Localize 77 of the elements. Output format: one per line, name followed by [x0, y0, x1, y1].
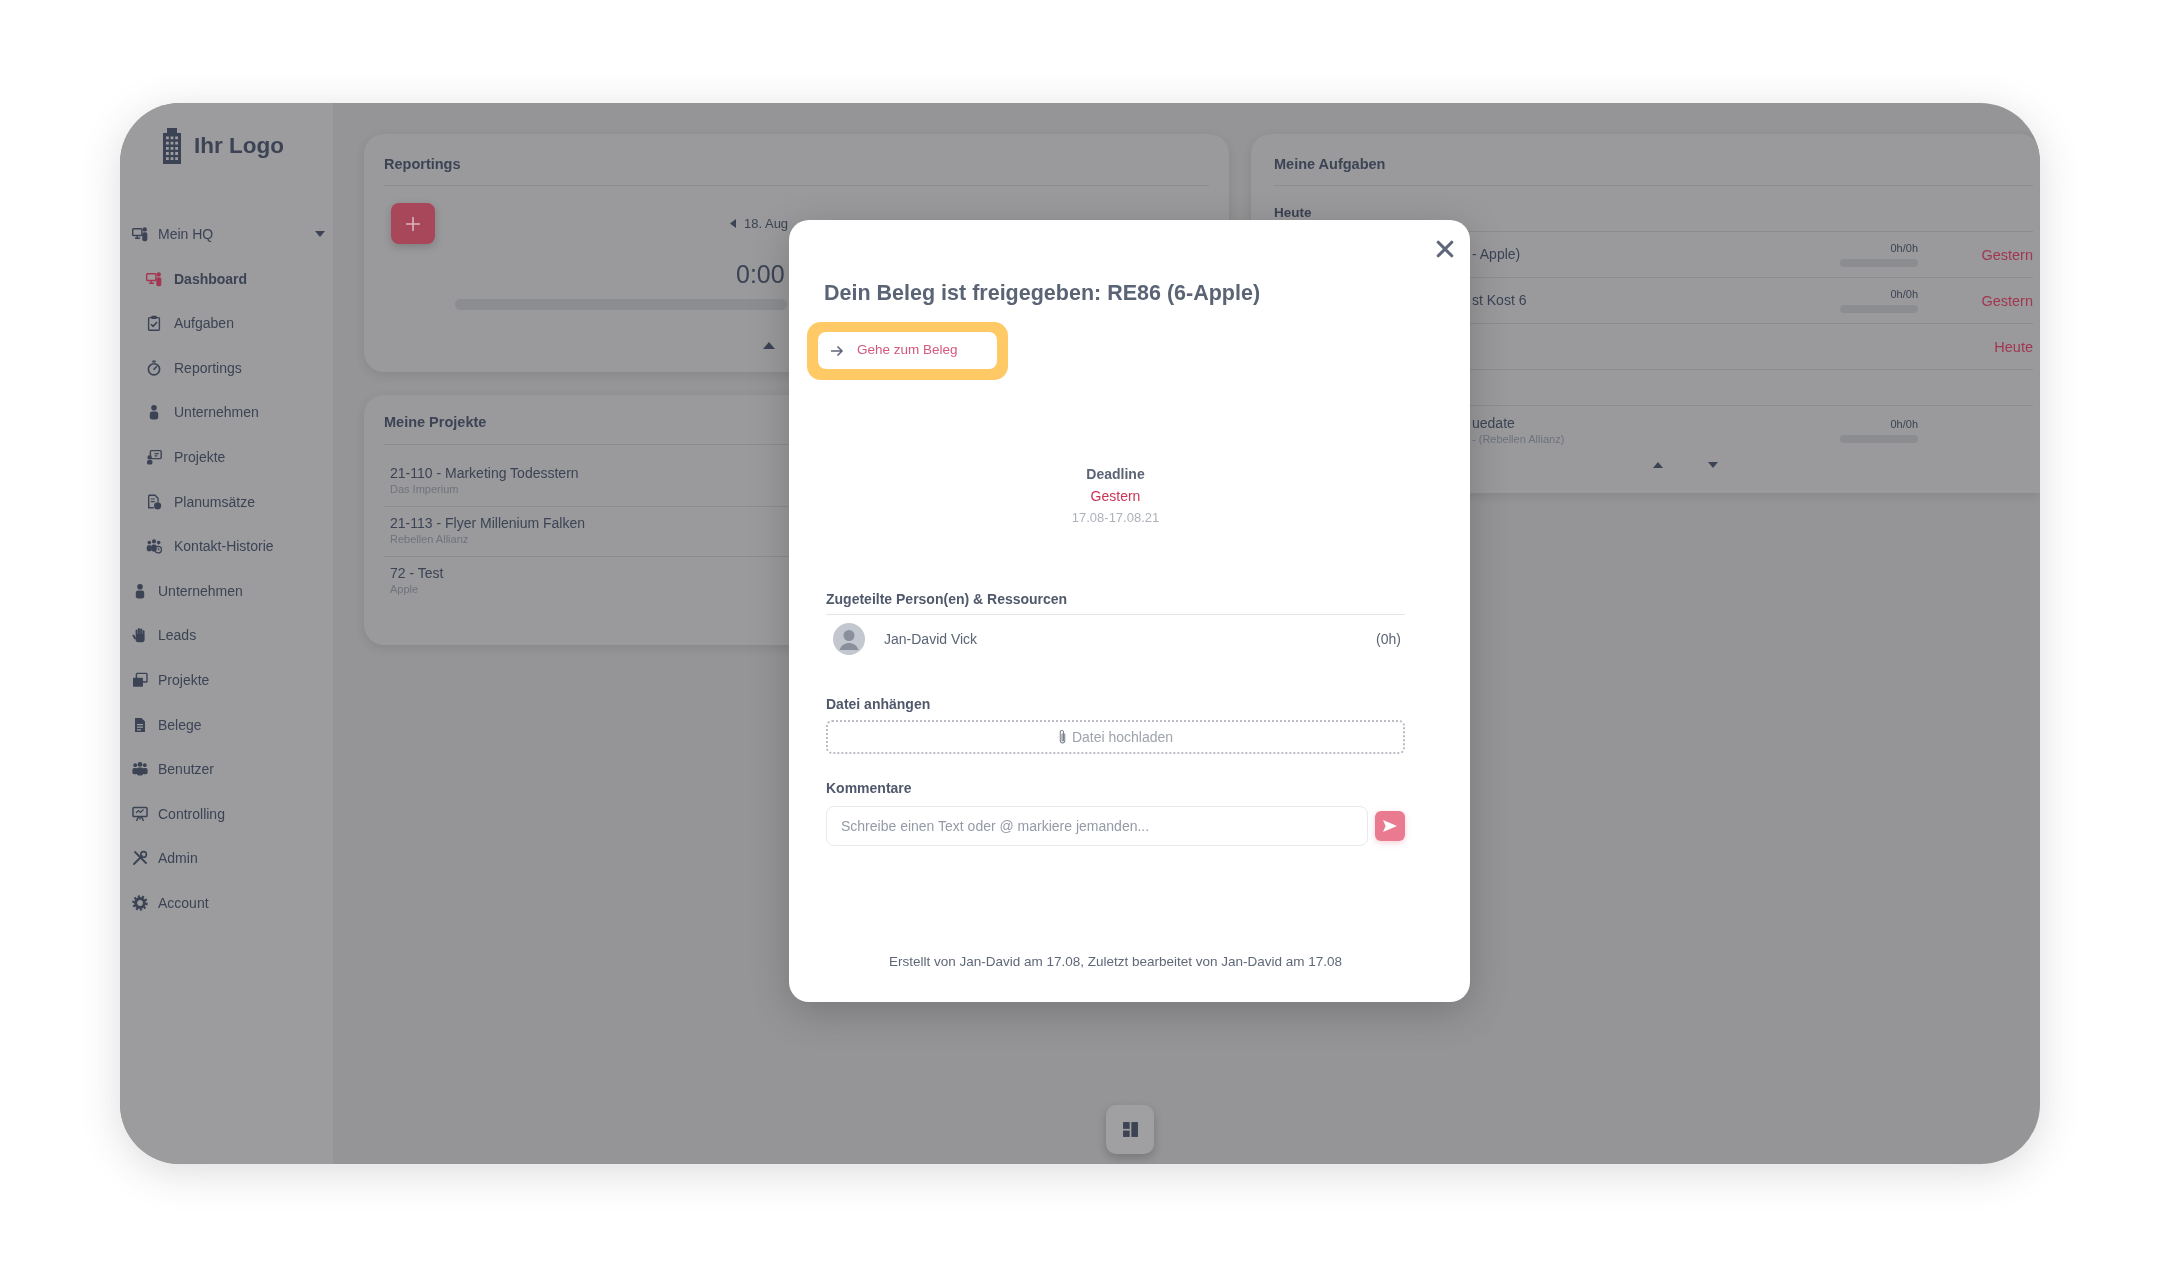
- add-button[interactable]: [391, 203, 435, 244]
- monitor-person-icon: [146, 270, 162, 287]
- due-date: Heute: [1994, 337, 2033, 356]
- task-title[interactable]: uedate: [1472, 414, 1515, 432]
- presentation-board-icon: [132, 805, 148, 822]
- sidebar-item[interactable]: Controlling: [120, 791, 333, 836]
- task-title[interactable]: st Kost 6: [1472, 292, 1527, 309]
- sidebar-item[interactable]: Leads: [120, 613, 333, 658]
- hours-text: 0h/0h: [1890, 242, 1918, 255]
- comment-input[interactable]: Schreibe einen Text oder @ markiere jemanden...: [826, 806, 1368, 846]
- hours-text: (0h): [1376, 629, 1401, 649]
- time-display: 0:00: [736, 259, 785, 289]
- card-title: Reportings: [384, 155, 461, 173]
- date-range: 17.08-17.08.21: [1071, 509, 1160, 527]
- sidebar-item[interactable]: Projekte: [120, 657, 333, 703]
- due-date: Gestern: [1981, 245, 2033, 264]
- caret-down-icon[interactable]: [1708, 462, 1718, 468]
- sidebar-item[interactable]: Dashboard: [120, 256, 333, 301]
- task-title[interactable]: - Apple): [1472, 246, 1521, 263]
- hours-text: 0h/0h: [1890, 288, 1918, 301]
- stopwatch-icon: [146, 359, 162, 376]
- layout-toggle-button[interactable]: [1106, 1105, 1154, 1154]
- paperclip-icon: [1057, 729, 1067, 745]
- plus-icon: [405, 215, 421, 232]
- close-button[interactable]: [1436, 240, 1454, 258]
- person-name: Jan-David Vick: [884, 629, 978, 649]
- layout-grid-icon: [1121, 1121, 1139, 1138]
- hand-icon: [132, 627, 148, 644]
- card-title: Meine Aufgaben: [1274, 155, 1386, 173]
- sidebar-item[interactable]: Projekte: [120, 434, 333, 480]
- caret-up-icon[interactable]: [763, 342, 775, 349]
- sidebar-item[interactable]: Belege: [120, 702, 333, 747]
- project-title[interactable]: 21-113 - Flyer Millenium Falken: [390, 514, 586, 532]
- caret-up-icon[interactable]: [1653, 462, 1663, 468]
- sidebar-item[interactable]: Admin: [120, 836, 333, 881]
- send-icon: [1382, 818, 1398, 834]
- sidebar-item[interactable]: Mein HQ: [120, 211, 333, 257]
- sidebar-item[interactable]: Unternehmen: [120, 390, 333, 435]
- people-icon: [132, 761, 148, 778]
- section-heading: Datei anhängen: [826, 695, 931, 713]
- go-to-receipt-button[interactable]: Gehe zum Beleg: [818, 332, 997, 369]
- tools-icon: [132, 850, 148, 867]
- building-icon: [161, 127, 183, 165]
- sidebar-item[interactable]: Unternehmen: [120, 568, 333, 614]
- sidebar-item[interactable]: Account: [120, 880, 333, 926]
- project-title[interactable]: 21-110 - Marketing Todesstern: [390, 464, 579, 482]
- avatar-icon: [833, 623, 865, 655]
- file-upload-area[interactable]: Datei hochladen: [826, 720, 1405, 754]
- id-card-icon: [146, 448, 162, 465]
- gear-icon: [132, 894, 148, 911]
- deadline-label: Deadline: [1086, 465, 1145, 484]
- footer-text: Erstellt von Jan-David am 17.08, Zuletzt bearbeitet von Jan-David am 17.08: [888, 953, 1343, 971]
- sidebar-item[interactable]: Planumsätze: [120, 479, 333, 524]
- send-button[interactable]: [1375, 811, 1405, 841]
- date-label: 18. Aug: [744, 215, 789, 232]
- due-date: Gestern: [1981, 291, 2033, 310]
- monitor-person-icon: [132, 226, 148, 242]
- document-icon: [132, 716, 148, 733]
- modal-title: Dein Beleg ist freigegeben: RE86 (6-Apple): [824, 280, 1261, 307]
- windows-icon: [132, 671, 148, 688]
- caret-left-icon[interactable]: [730, 219, 736, 228]
- section-heading: Heute: [1274, 205, 1312, 221]
- people-clock-icon: [146, 538, 162, 555]
- project-title[interactable]: 72 - Test: [390, 564, 444, 582]
- sidebar-item[interactable]: Kontakt-Historie: [120, 523, 333, 569]
- logo-text: Ihr Logo: [194, 132, 284, 160]
- sidebar-item[interactable]: Aufgaben: [120, 300, 333, 346]
- close-icon: [1436, 240, 1454, 258]
- section-heading: Zugeteilte Person(en) & Ressourcen: [826, 590, 1068, 608]
- deadline-value: Gestern: [1090, 487, 1141, 506]
- sidebar-item[interactable]: Benutzer: [120, 746, 333, 792]
- hours-text: 0h/0h: [1890, 417, 1918, 431]
- document-coin-icon: [146, 493, 162, 510]
- clipboard-check-icon: [146, 315, 162, 332]
- sidebar-item[interactable]: Reportings: [120, 345, 333, 391]
- section-heading: Kommentare: [826, 779, 912, 797]
- card-title: Meine Projekte: [384, 413, 487, 431]
